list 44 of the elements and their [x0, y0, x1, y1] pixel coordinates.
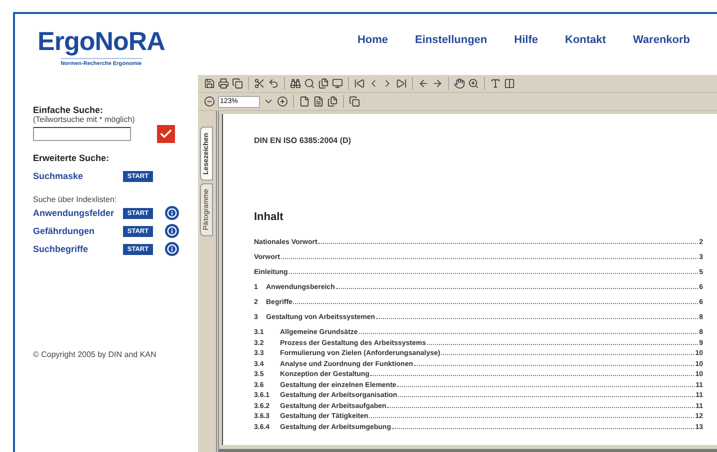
- fit-page-icon[interactable]: [313, 96, 324, 107]
- search-link[interactable]: Anwendungsfelder: [33, 208, 123, 218]
- last-page-icon[interactable]: [396, 78, 407, 89]
- page-icon[interactable]: [299, 96, 310, 107]
- printer-icon[interactable]: [218, 78, 229, 89]
- nav-link[interactable]: Home: [357, 34, 388, 75]
- document-header: DIN EN ISO 6385:2004 (D): [254, 136, 352, 145]
- section-title: Suche über Indexlisten:: [33, 195, 118, 204]
- text-select-icon[interactable]: [490, 78, 501, 89]
- search-link[interactable]: Suchmaske: [33, 171, 123, 181]
- save-icon[interactable]: [204, 78, 215, 89]
- zoom-in-icon[interactable]: [277, 96, 288, 107]
- binoculars-icon[interactable]: [290, 78, 301, 89]
- scissors-icon[interactable]: [254, 78, 265, 89]
- monitor-icon[interactable]: [332, 78, 343, 89]
- first-page-icon[interactable]: [354, 78, 365, 89]
- nav-link[interactable]: Einstellungen: [415, 34, 488, 75]
- hand-icon[interactable]: [454, 78, 465, 89]
- document-heading: Inhalt: [254, 211, 284, 223]
- search-hint: (Teilwortsuche mit * möglich): [33, 115, 136, 124]
- undo-icon[interactable]: [268, 78, 279, 89]
- info-icon[interactable]: [165, 224, 179, 238]
- pages-icon[interactable]: [318, 78, 329, 89]
- search-link[interactable]: Suchbegriffe: [33, 244, 123, 254]
- section-title: Erweiterte Suche:: [33, 153, 110, 163]
- section-title: Einfache Suche:: [33, 105, 104, 115]
- nav-link[interactable]: Hilfe: [514, 34, 538, 75]
- logo-title: ErgoNoRA: [38, 27, 165, 55]
- nav-link[interactable]: Warenkorb: [632, 34, 690, 75]
- zoom-out-icon[interactable]: [204, 96, 215, 107]
- search-icon[interactable]: [304, 78, 315, 89]
- back-icon[interactable]: [418, 78, 429, 89]
- copyright-text: © Copyright 2005 by DIN and KAN: [33, 350, 158, 359]
- forward-icon[interactable]: [432, 78, 443, 89]
- copy-icon[interactable]: [232, 78, 243, 89]
- search-field[interactable]: [33, 127, 131, 141]
- info-icon[interactable]: [165, 206, 179, 220]
- search-link[interactable]: Gefährdungen: [33, 226, 123, 236]
- nav-link[interactable]: Kontakt: [565, 34, 606, 75]
- info-icon[interactable]: [165, 242, 179, 256]
- submit-check-button[interactable]: [157, 125, 175, 143]
- check-icon: [159, 127, 173, 141]
- columns-icon[interactable]: [504, 78, 515, 89]
- zoom-in-icon[interactable]: [468, 78, 479, 89]
